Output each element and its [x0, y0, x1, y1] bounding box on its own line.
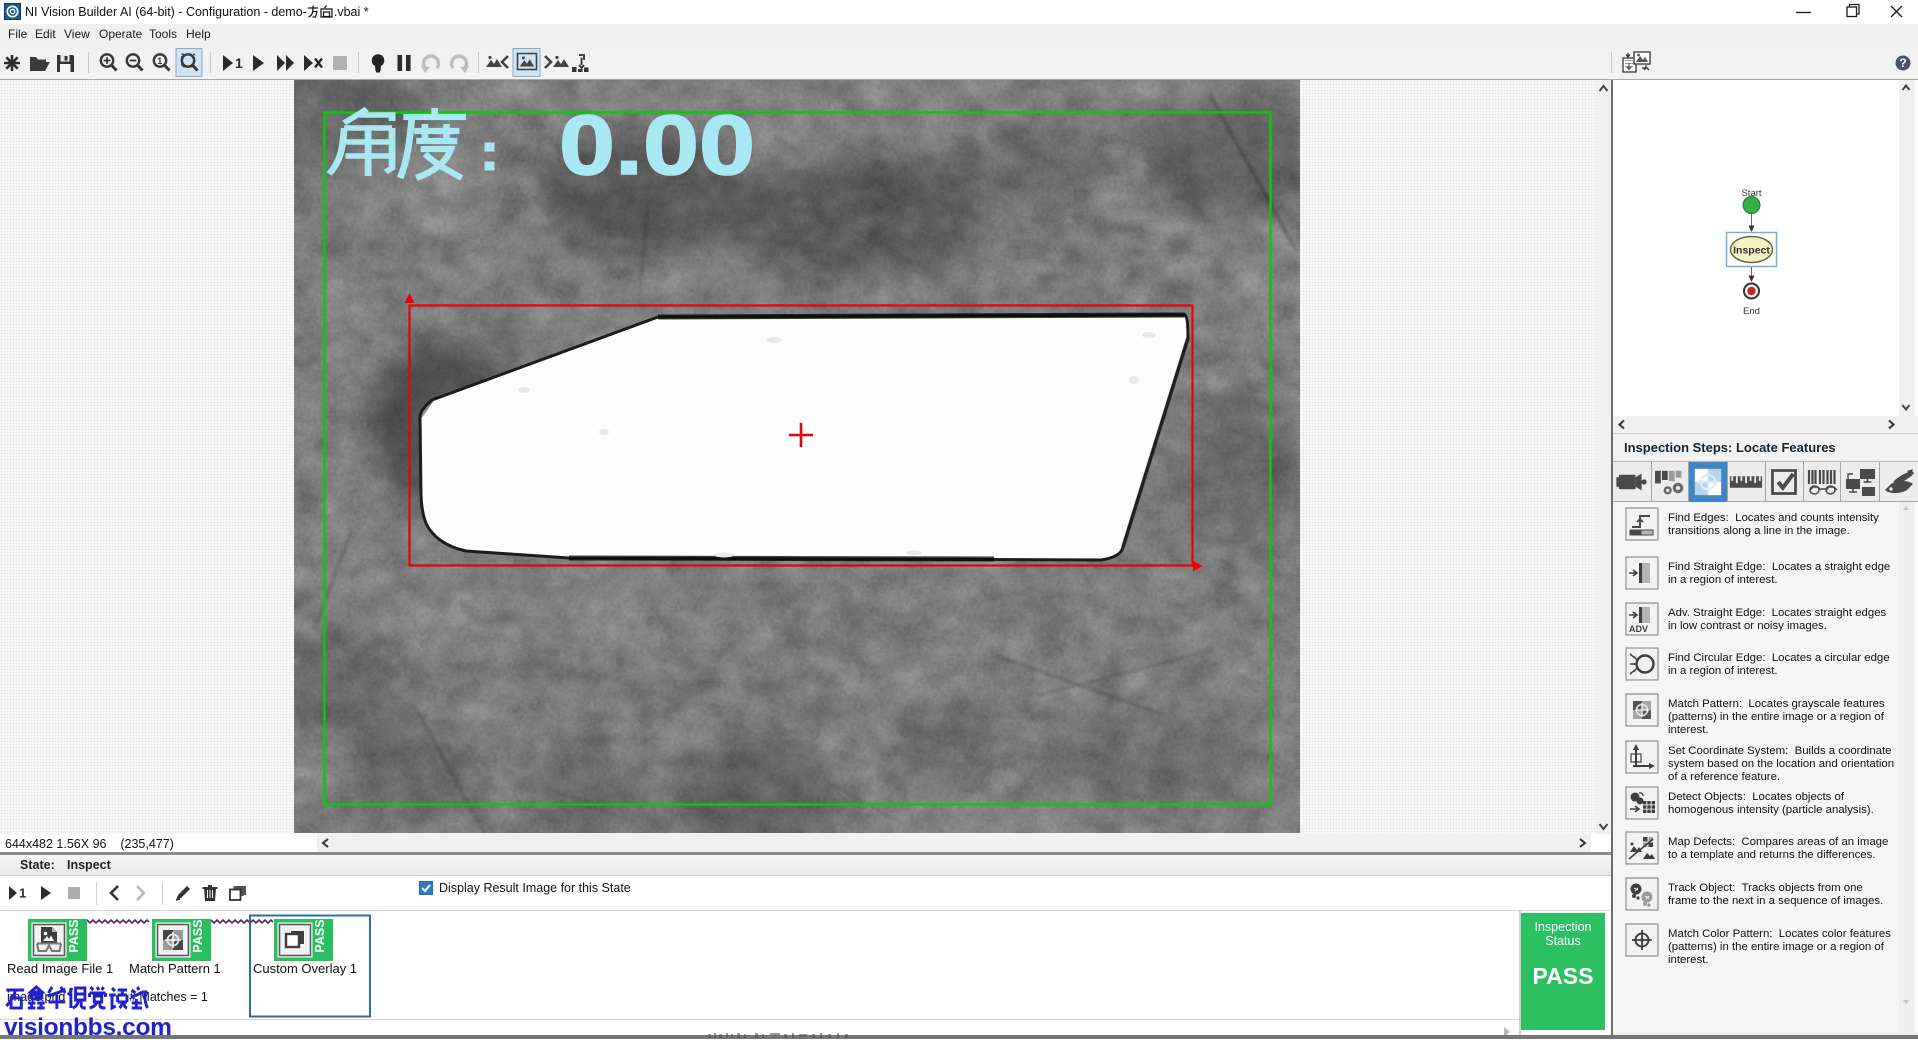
svg-text:in low contrast or noisy image: in low contrast or noisy images. [1668, 620, 1827, 632]
svg-text:ADV: ADV [1629, 624, 1648, 634]
svg-text:?: ? [1899, 56, 1906, 70]
svg-text:1: 1 [235, 55, 243, 71]
svg-text:Find Straight Edge: Locates a: Find Straight Edge: Locates a straight e… [1668, 561, 1890, 573]
svg-text:of a reference feature.: of a reference feature. [1668, 771, 1780, 783]
svg-text:Custom Overlay 1: Custom Overlay 1 [253, 961, 357, 976]
svg-text:interest.: interest. [1668, 724, 1709, 736]
svg-text:Match Color Pattern: Locates: Match Color Pattern: Locates color featu… [1668, 928, 1891, 940]
svg-text:1: 1 [157, 56, 162, 66]
svg-text:Find Edges: Locates and count: Find Edges: Locates and counts intensity [1668, 512, 1879, 524]
svg-text:Inspection Steps: Locate Featu: Inspection Steps: Locate Features [1624, 440, 1836, 455]
svg-text:Adv. Straight Edge: Locates s: Adv. Straight Edge: Locates straight edg… [1668, 607, 1887, 619]
svg-text:system based on the location a: system based on the location and orienta… [1668, 758, 1894, 770]
svg-text:(patterns) in the entire image: (patterns) in the entire image or a regi… [1668, 711, 1885, 723]
svg-text:(patterns) in the entire image: (patterns) in the entire image or a regi… [1668, 941, 1885, 953]
svg-text:Inspect: Inspect [1733, 245, 1770, 257]
svg-text:Track Object: Tracks objects: Track Object: Tracks objects from one [1668, 882, 1863, 894]
svg-text:interest.: interest. [1668, 954, 1709, 966]
svg-text:Read Image File 1: Read Image File 1 [7, 961, 113, 976]
svg-text:in a region of interest.: in a region of interest. [1668, 574, 1778, 586]
svg-text:Match Pattern 1: Match Pattern 1 [129, 961, 221, 976]
svg-text:Detect Objects: Locates objec: Detect Objects: Locates objects of [1668, 791, 1845, 803]
svg-text:Find Circular Edge: Locates a: Find Circular Edge: Locates a circular e… [1668, 652, 1890, 664]
svg-text:Set Coordinate System: Builds: Set Coordinate System: Builds a coordina… [1668, 745, 1892, 757]
svg-text:frame to the next in a sequenc: frame to the next in a sequence of image… [1668, 895, 1883, 907]
svg-text:in a region of interest.: in a region of interest. [1668, 665, 1778, 677]
svg-text:Match Pattern: Locates graysc: Match Pattern: Locates grayscale feature… [1668, 698, 1885, 710]
svg-text:0.00: 0.00 [559, 98, 755, 192]
svg-text:Map Defects: Compares areas o: Map Defects: Compares areas of an image [1668, 836, 1888, 848]
svg-text:1: 1 [19, 886, 26, 901]
svg-text:homogenous intensity (particle: homogenous intensity (particle analysis)… [1668, 804, 1874, 816]
svg-text:to a template and returns the: to a template and returns the difference… [1668, 849, 1875, 861]
svg-text:transitions along a line in th: transitions along a line in the image. [1668, 525, 1850, 537]
svg-text:End: End [1743, 306, 1760, 317]
